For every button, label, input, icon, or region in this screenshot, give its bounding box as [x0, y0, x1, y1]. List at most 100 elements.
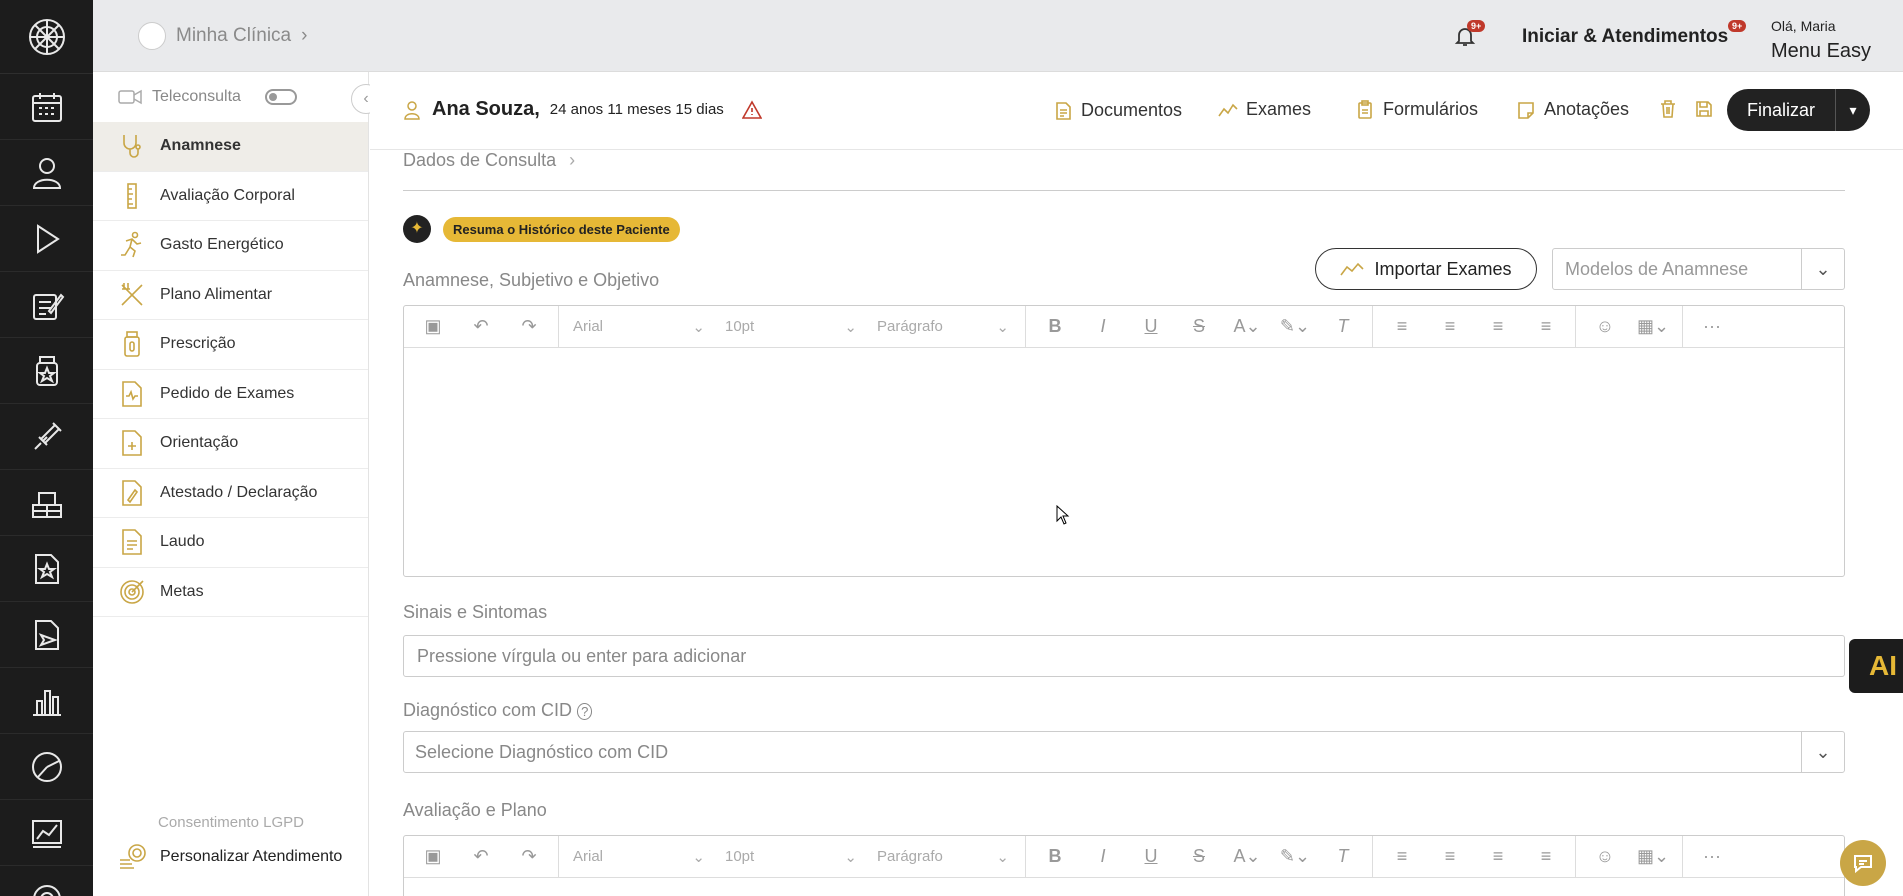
- clear-format-icon[interactable]: T: [1320, 846, 1366, 867]
- sidebar-item-orientacao[interactable]: Orientação: [93, 419, 368, 469]
- finalize-label[interactable]: Finalizar: [1727, 89, 1837, 131]
- exams-button[interactable]: Exames: [1218, 99, 1311, 120]
- notes-icon[interactable]: [0, 272, 93, 338]
- chart-pie-icon[interactable]: [0, 734, 93, 800]
- symptoms-input[interactable]: Pressione vírgula ou enter para adiciona…: [403, 635, 1845, 677]
- chat-button[interactable]: [1840, 840, 1886, 886]
- sidebar-item-plano-alimentar[interactable]: Plano Alimentar: [93, 271, 368, 320]
- sidebar-item-label: Plano Alimentar: [160, 285, 273, 303]
- teleconsulta-label: Teleconsulta: [152, 88, 241, 105]
- text-color-icon[interactable]: A⌄: [1224, 846, 1270, 867]
- cid-select[interactable]: Selecione Diagnóstico com CID ⌄: [403, 731, 1845, 773]
- finance-chart-icon[interactable]: [0, 800, 93, 866]
- font-family-select[interactable]: Arial ⌄: [565, 848, 715, 866]
- finalize-button[interactable]: Finalizar ▾: [1727, 89, 1871, 131]
- settings-icon[interactable]: [0, 866, 93, 896]
- redo-icon[interactable]: ↷: [506, 846, 552, 867]
- lgpd-consent-link[interactable]: Consentimento LGPD: [93, 814, 369, 831]
- logo-icon[interactable]: [0, 0, 93, 74]
- notes-button[interactable]: Anotações: [1516, 99, 1629, 120]
- sidebar-item-pedido-de-exames[interactable]: Pedido de Exames: [93, 370, 368, 419]
- image-icon[interactable]: ▣: [410, 846, 456, 867]
- align-right-icon[interactable]: ≡: [1475, 316, 1521, 337]
- underline-icon[interactable]: U: [1128, 846, 1174, 867]
- sidebar-item-metas[interactable]: Metas: [93, 568, 368, 617]
- bottle-icon[interactable]: [0, 338, 93, 404]
- emoji-icon[interactable]: ☺: [1582, 316, 1628, 337]
- send-document-icon[interactable]: [0, 602, 93, 668]
- strikethrough-icon[interactable]: S: [1176, 316, 1222, 337]
- italic-icon[interactable]: I: [1080, 316, 1126, 337]
- teleconsulta-toggle[interactable]: [264, 89, 297, 105]
- mouse-cursor-icon: [1056, 505, 1070, 525]
- italic-icon[interactable]: I: [1080, 846, 1126, 867]
- font-size-select[interactable]: 10pt ⌄: [717, 848, 867, 866]
- documents-button[interactable]: Documentos: [1053, 100, 1182, 121]
- patient-icon[interactable]: [0, 140, 93, 206]
- font-size-select[interactable]: 10pt ⌄: [717, 318, 867, 336]
- bold-icon[interactable]: B: [1032, 316, 1078, 337]
- sidebar-item-anamnese[interactable]: Anamnese: [93, 122, 368, 172]
- undo-icon[interactable]: ↶: [458, 846, 504, 867]
- align-center-icon[interactable]: ≡: [1427, 846, 1473, 867]
- save-icon[interactable]: [1694, 99, 1714, 119]
- chart-bars-icon[interactable]: [0, 668, 93, 734]
- sidebar-item-prescricao[interactable]: Prescrição: [93, 320, 368, 370]
- help-icon[interactable]: ?: [577, 703, 593, 720]
- syringe-icon[interactable]: [0, 404, 93, 470]
- text-color-icon[interactable]: A⌄: [1224, 316, 1270, 337]
- trash-icon[interactable]: [1658, 99, 1678, 119]
- breadcrumb[interactable]: Dados de Consulta ›: [403, 150, 575, 171]
- align-center-icon[interactable]: ≡: [1427, 316, 1473, 337]
- table-icon[interactable]: ▦⌄: [1630, 846, 1676, 867]
- ai-summary-button[interactable]: Resuma o Histórico deste Paciente: [443, 216, 680, 242]
- bold-icon[interactable]: B: [1032, 846, 1078, 867]
- redo-icon[interactable]: ↷: [506, 316, 552, 337]
- customize-attendance-button[interactable]: Personalizar Atendimento: [118, 842, 342, 872]
- ai-summary-row: ✦ Resuma o Histórico deste Paciente: [403, 215, 680, 243]
- import-exams-button[interactable]: Importar Exames: [1315, 248, 1537, 290]
- block-format-select[interactable]: Parágrafo ⌄: [869, 318, 1019, 336]
- anamnese-models-select[interactable]: Modelos de Anamnese ⌄: [1552, 248, 1845, 290]
- anamnese-label: Anamnese, Subjetivo e Objetivo: [403, 270, 660, 290]
- sparkle-icon[interactable]: ✦: [403, 215, 431, 243]
- start-appointments-button[interactable]: Iniciar & Atendimentos 9+: [1522, 20, 1747, 48]
- undo-icon[interactable]: ↶: [458, 316, 504, 337]
- boxes-icon[interactable]: [0, 470, 93, 536]
- breadcrumb-label: Dados de Consulta: [403, 150, 557, 170]
- more-icon[interactable]: ···: [1689, 316, 1735, 337]
- highlight-icon[interactable]: ✎⌄: [1272, 316, 1318, 337]
- clear-format-icon[interactable]: T: [1320, 316, 1366, 337]
- notifications-bell-icon[interactable]: 9+: [1453, 20, 1486, 53]
- align-left-icon[interactable]: ≡: [1379, 846, 1425, 867]
- justify-icon[interactable]: ≡: [1523, 316, 1569, 337]
- cid-label-text: Diagnóstico com CID: [403, 700, 573, 720]
- forms-button[interactable]: Formulários: [1355, 99, 1478, 120]
- sidebar-item-gasto-energetico[interactable]: Gasto Energético: [93, 221, 368, 271]
- warning-icon[interactable]: [741, 99, 762, 120]
- emoji-icon[interactable]: ☺: [1582, 846, 1628, 867]
- font-family-select[interactable]: Arial ⌄: [565, 318, 715, 336]
- justify-icon[interactable]: ≡: [1523, 846, 1569, 867]
- table-icon[interactable]: ▦⌄: [1630, 316, 1676, 337]
- highlight-icon[interactable]: ✎⌄: [1272, 846, 1318, 867]
- underline-icon[interactable]: U: [1128, 316, 1174, 337]
- sidebar-item-laudo[interactable]: Laudo: [93, 518, 368, 568]
- account-menu[interactable]: Menu Easy: [1771, 40, 1871, 63]
- finalize-dropdown-icon[interactable]: ▾: [1836, 102, 1870, 119]
- align-right-icon[interactable]: ≡: [1475, 846, 1521, 867]
- clinic-selector[interactable]: Minha Clínica ›: [138, 22, 307, 50]
- ai-assistant-button[interactable]: AI: [1849, 639, 1903, 693]
- more-icon[interactable]: ···: [1689, 846, 1735, 867]
- align-left-icon[interactable]: ≡: [1379, 316, 1425, 337]
- patient-header: Ana Souza, 24 anos 11 meses 15 dias Docu…: [370, 72, 1903, 150]
- calendar-icon[interactable]: [0, 74, 93, 140]
- sidebar-item-atestado[interactable]: Atestado / Declaração: [93, 469, 368, 518]
- play-icon[interactable]: [0, 206, 93, 272]
- image-icon[interactable]: ▣: [410, 316, 456, 337]
- block-format-select[interactable]: Parágrafo ⌄: [869, 848, 1019, 866]
- anamnese-text-area[interactable]: [404, 348, 1844, 576]
- star-document-icon[interactable]: [0, 536, 93, 602]
- sidebar-item-avaliacao-corporal[interactable]: Avaliação Corporal: [93, 172, 368, 221]
- strikethrough-icon[interactable]: S: [1176, 846, 1222, 867]
